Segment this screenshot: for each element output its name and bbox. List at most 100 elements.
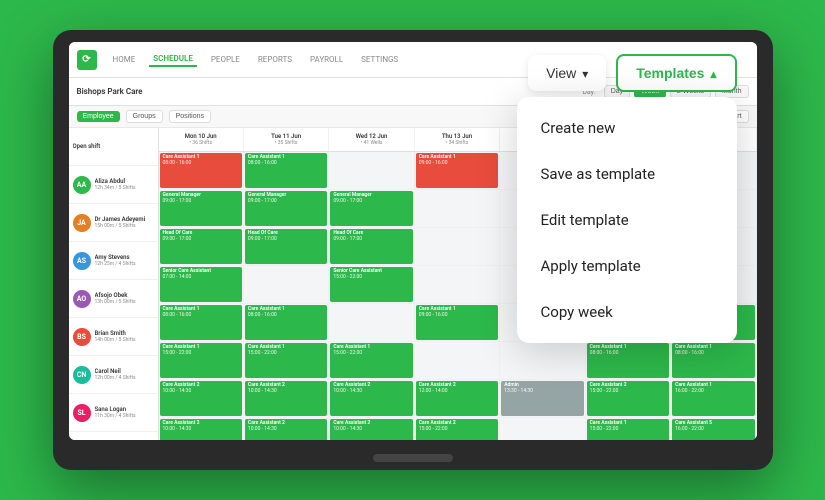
dropdown-create-new[interactable]: Create new	[517, 105, 737, 151]
shift-block[interactable]: Care Assistant 5 16:00 - 22:00	[672, 419, 754, 440]
nav-payroll[interactable]: PAYROLL	[306, 53, 347, 66]
shift-cell	[329, 304, 414, 341]
shift-cell: Head Of Care 09:00 - 17:00	[159, 228, 244, 265]
table-row: Care Assistant 2 10:00 - 14:30 Care Assi…	[159, 380, 757, 418]
dropdown-edit-template[interactable]: Edit template	[517, 197, 737, 243]
shift-block[interactable]: Care Assistant 1 08:00 - 16:00	[245, 153, 327, 188]
shift-block[interactable]: Senior Care Assistant 07:00 - 14:00	[160, 267, 242, 302]
dropdown-card: Create new Save as template Edit templat…	[517, 97, 737, 343]
shift-cell: Senior Care Assistant 15:00 - 22:00	[329, 266, 414, 303]
open-shift-row: Open shift	[69, 128, 158, 166]
shift-cell: Care Assistant 2 10:00 - 14:30	[244, 418, 329, 440]
list-item: JA Dr James Adeyemi 15h 00m / 5 Shifts	[69, 204, 158, 242]
employee-btn[interactable]: Employee	[77, 111, 120, 122]
shift-block[interactable]: Head Of Care 09:00 - 17:00	[330, 229, 412, 264]
emp-detail: 14h 00m / 5 Shifts	[95, 337, 154, 343]
shift-block[interactable]: Care Assistant 1 09:00 - 16:00	[416, 305, 498, 340]
avatar: AS	[73, 252, 91, 270]
day-date: Tue 11 Jun	[271, 133, 301, 140]
shift-cell: General Manager 09:00 - 17:00	[159, 190, 244, 227]
shift-block[interactable]: Care Assistant 1 15:00 - 22:00	[245, 343, 327, 378]
shift-block[interactable]: Head Of Care 09:00 - 17:00	[245, 229, 327, 264]
groups-btn[interactable]: Groups	[126, 110, 163, 123]
nav-schedule[interactable]: SCHEDULE	[149, 52, 197, 67]
nav-home[interactable]: HOME	[109, 53, 140, 66]
shift-block[interactable]: Head Of Care 09:00 - 17:00	[160, 229, 242, 264]
shift-block[interactable]: Care Assistant 1 08:00 - 16:00	[160, 305, 242, 340]
shift-cell	[500, 418, 585, 440]
shift-cell: Care Assistant 2 15:00 - 22:00	[415, 418, 500, 440]
shift-cell: Care Assistant 1 09:00 - 16:00	[415, 304, 500, 341]
laptop-screen: ⟳ HOME SCHEDULE PEOPLE REPORTS PAYROLL S…	[69, 42, 757, 440]
shift-block[interactable]: General Manager 09:00 - 17:00	[245, 191, 327, 226]
shift-cell: Care Assistant 1 08:00 - 16:00	[159, 304, 244, 341]
shift-cell	[244, 266, 329, 303]
shift-block[interactable]: Care Assistant 2 15:00 - 22:00	[587, 381, 669, 416]
day-count: • 36 Shifts	[189, 140, 212, 146]
shift-block[interactable]: General Manager 09:00 - 17:00	[330, 191, 412, 226]
shift-block[interactable]: Care Assistant 2 12:00 - 14:00	[416, 381, 498, 416]
shift-cell	[415, 266, 500, 303]
table-row: Care Assistant 1 15:00 - 22:00 Care Assi…	[159, 342, 757, 380]
dropdown-apply-template[interactable]: Apply template	[517, 243, 737, 289]
day-date: Wed 12 Jun	[356, 133, 388, 140]
top-action-bar: View Templates	[508, 42, 756, 104]
avatar: SL	[73, 404, 91, 422]
day-count: • 34 Shifts	[446, 140, 469, 146]
positions-btn[interactable]: Positions	[169, 110, 211, 123]
list-item: CN Carol Neil 12h 00m / 4 Shifts	[69, 356, 158, 394]
shift-cell: Care Assistant 1 08:00 - 16:00	[159, 152, 244, 189]
shift-cell: General Manager 09:00 - 17:00	[244, 190, 329, 227]
nav-items: HOME SCHEDULE PEOPLE REPORTS PAYROLL SET…	[109, 52, 403, 67]
shift-block[interactable]: Care Assistant 1 08:00 - 16:00	[587, 343, 669, 378]
nav-reports[interactable]: REPORTS	[254, 53, 296, 66]
shift-cell: Care Assistant 1 15:00 - 22:00	[159, 342, 244, 379]
shift-block[interactable]: Care Assistant 1 15:00 - 22:00	[160, 343, 242, 378]
shift-block[interactable]: Care Assistant 1 08:00 - 16:00	[672, 343, 754, 378]
shift-cell: Care Assistant 2 10:00 - 14:30	[159, 418, 244, 440]
nav-people[interactable]: PEOPLE	[207, 53, 244, 66]
nav-logo: ⟳	[77, 50, 97, 70]
shift-block[interactable]: Care Assistant 2 15:00 - 22:00	[416, 419, 498, 440]
shift-cell: Care Assistant 2 10:00 - 14:30	[159, 380, 244, 417]
shift-cell	[415, 190, 500, 227]
laptop-notch	[373, 454, 453, 462]
shift-block[interactable]: Care Assistant 1 15:00 - 22:00	[330, 343, 412, 378]
emp-detail: 15h 00m / 5 Shifts	[95, 223, 154, 229]
avatar: AO	[73, 290, 91, 308]
emp-name: Afsojo Obek	[95, 292, 154, 299]
schedule-location: Bishops Park Care	[77, 87, 143, 96]
dropdown-copy-week[interactable]: Copy week	[517, 289, 737, 335]
shift-block[interactable]: Care Assistant 1 16:00 - 22:00	[672, 381, 754, 416]
shift-block[interactable]: Senior Care Assistant 15:00 - 22:00	[330, 267, 412, 302]
templates-button[interactable]: Templates	[616, 54, 736, 92]
shift-block[interactable]: Care Assistant 1 08:00 - 16:00	[160, 153, 242, 188]
avatar: AA	[73, 176, 91, 194]
list-item: AA Aliza Abdul 12h 34m / 5 Shifts	[69, 166, 158, 204]
shift-block[interactable]: General Manager 09:00 - 17:00	[160, 191, 242, 226]
shift-cell	[415, 228, 500, 265]
shift-block[interactable]: Admin 13:30 - 14:30	[501, 381, 583, 416]
nav-settings[interactable]: SETTINGS	[357, 53, 402, 66]
emp-info: Carol Neil 12h 00m / 4 Shifts	[95, 368, 154, 381]
shift-block[interactable]: Care Assistant 1 09:00 - 16:00	[416, 153, 498, 188]
shift-block[interactable]: Care Assistant 2 10:00 - 14:30	[160, 381, 242, 416]
shift-cell: Head Of Care 09:00 - 17:00	[244, 228, 329, 265]
open-shift-info: Open shift	[73, 143, 154, 150]
shift-block[interactable]: Care Assistant 2 10:00 - 14:30	[160, 419, 242, 440]
shift-block[interactable]: Care Assistant 2 10:00 - 14:30	[245, 381, 327, 416]
shift-block[interactable]: Care Assistant 2 10:00 - 14:30	[330, 419, 412, 440]
shift-block[interactable]: Care Assistant 2 10:00 - 14:30	[245, 419, 327, 440]
list-item: AS Amy Stevens 12h 25m / 4 Shifts	[69, 242, 158, 280]
shift-cell: Senior Care Assistant 07:00 - 14:00	[159, 266, 244, 303]
dropdown-save-as-template[interactable]: Save as template	[517, 151, 737, 197]
shift-cell: Care Assistant 1 08:00 - 16:00	[244, 152, 329, 189]
shift-block[interactable]: Care Assistant 1 08:00 - 16:00	[245, 305, 327, 340]
shift-cell: Care Assistant 1 08:00 - 16:00	[244, 304, 329, 341]
avatar: JA	[73, 214, 91, 232]
shift-block[interactable]: Care Assistant 1 15:00 - 22:00	[587, 419, 669, 440]
view-button[interactable]: View	[528, 55, 606, 91]
list-item: SL Sana Logan 11h 30m / 4 Shifts	[69, 394, 158, 432]
shift-block[interactable]: Care Assistant 2 10:00 - 14:30	[330, 381, 412, 416]
avatar: BS	[73, 328, 91, 346]
